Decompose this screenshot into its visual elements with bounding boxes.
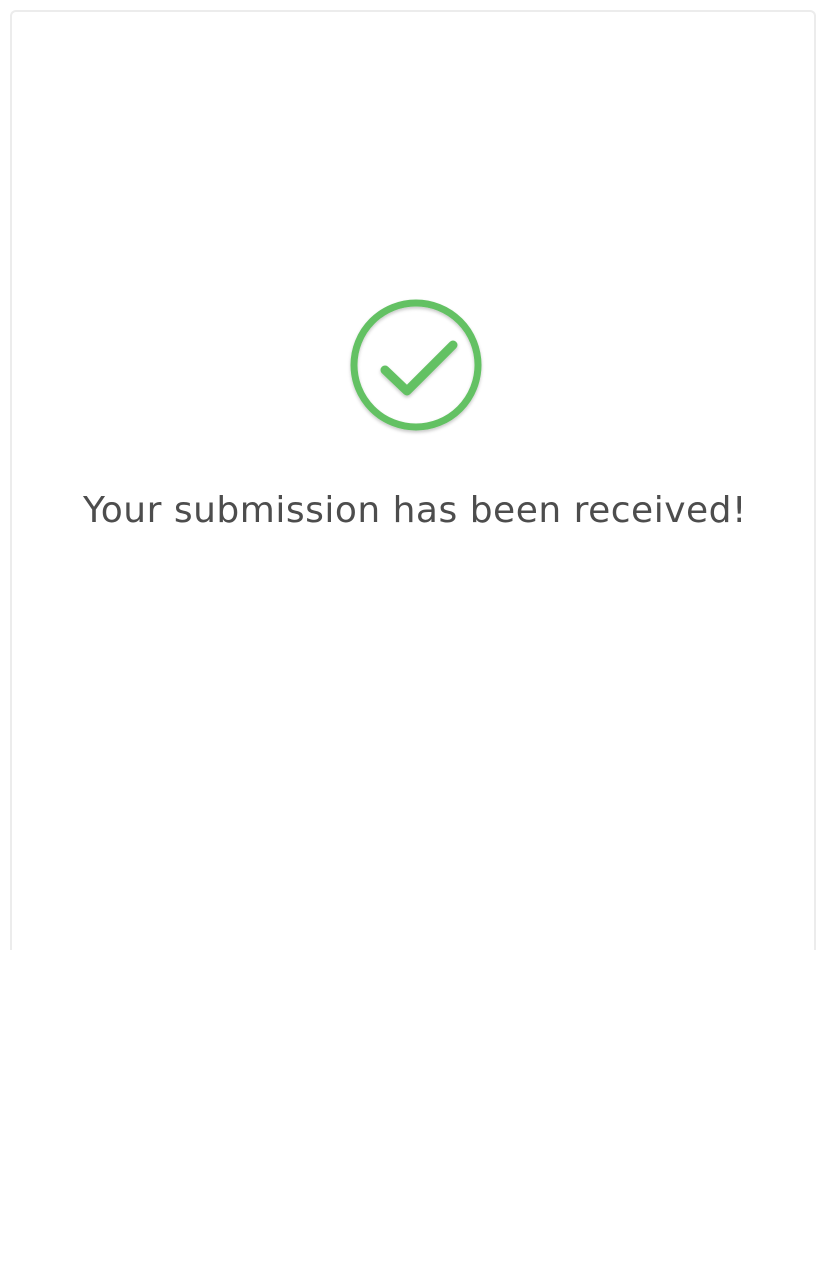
confirmation-message: Your submission has been received!	[83, 490, 747, 531]
confirmation-card: Your submission has been received!	[10, 10, 816, 950]
check-circle-icon	[350, 299, 482, 431]
